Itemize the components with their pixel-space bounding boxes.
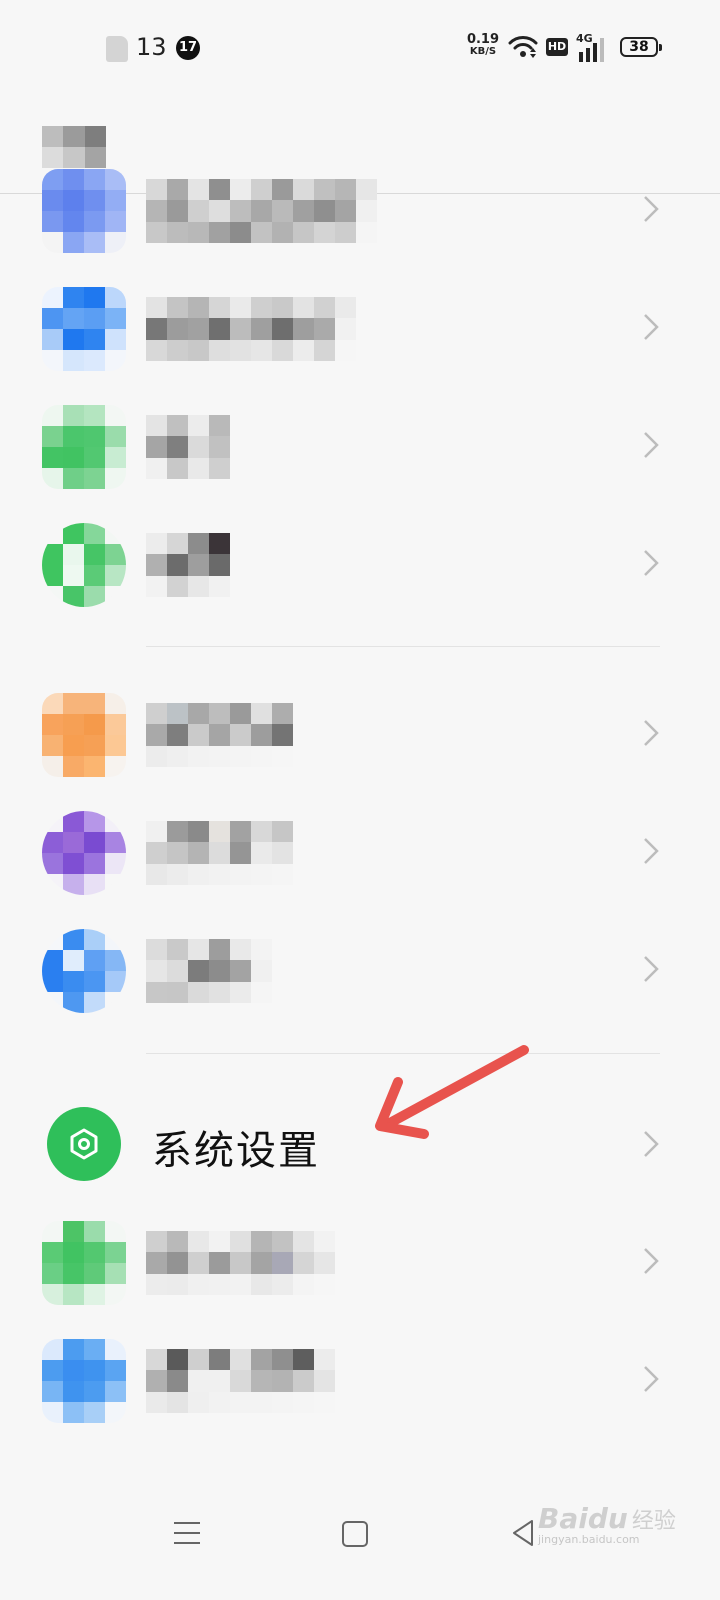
home-icon[interactable] (342, 1521, 368, 1547)
group-divider (146, 646, 660, 647)
cellular-signal-icon: 4G (576, 32, 610, 62)
chevron-right-icon (644, 838, 659, 864)
navigation-bar: Baidu 经验 jingyan.baidu.com (0, 1490, 720, 1600)
list-item[interactable] (0, 674, 720, 792)
item-label-censored (146, 179, 377, 243)
menu-icon[interactable] (174, 1520, 200, 1546)
chevron-right-icon (644, 1366, 659, 1392)
watermark-logo: Baidu (538, 1502, 628, 1535)
app-icon-censored (42, 929, 126, 1013)
wifi-icon (508, 34, 538, 64)
item-label-censored (146, 297, 356, 361)
app-icon-censored (42, 523, 126, 607)
watermark-url: jingyan.baidu.com (538, 1533, 640, 1546)
item-label-censored (146, 703, 293, 767)
chevron-right-icon (644, 550, 659, 576)
app-icon-censored (42, 811, 126, 895)
chevron-right-icon (644, 314, 659, 340)
item-label-censored (146, 533, 230, 597)
app-icon-censored (42, 1339, 126, 1423)
list-item[interactable] (0, 1202, 720, 1320)
network-speed: 0.19 KB/S (466, 32, 500, 58)
chevron-right-icon (644, 1248, 659, 1274)
item-label-censored (146, 1349, 335, 1413)
app-icon-censored (42, 1221, 126, 1305)
item-label-censored (146, 1231, 335, 1295)
system-settings-label: 系统设置 (152, 1128, 320, 1174)
chevron-right-icon (644, 1131, 659, 1157)
list-item[interactable] (0, 386, 720, 504)
watermark: Baidu 经验 jingyan.baidu.com (538, 1502, 676, 1546)
chevron-right-icon (644, 956, 659, 982)
annotation-arrow-icon (375, 1045, 529, 1139)
app-icon-censored (42, 287, 126, 371)
app-icon-censored (42, 693, 126, 777)
list-item[interactable] (0, 150, 720, 268)
network-type-label: 4G (576, 32, 593, 45)
status-time: 13 (136, 33, 167, 61)
sim-icon (106, 36, 128, 62)
settings-hexagon-icon (47, 1107, 121, 1181)
battery-icon: 38 (620, 37, 662, 57)
back-icon[interactable] (510, 1518, 536, 1548)
list-item[interactable] (0, 792, 720, 910)
list-item[interactable] (0, 1320, 720, 1438)
chevron-right-icon (644, 720, 659, 746)
network-speed-unit: KB/S (469, 46, 497, 57)
watermark-logo-cn: 经验 (631, 1509, 676, 1534)
chevron-right-icon (644, 196, 659, 222)
app-icon-censored (42, 169, 126, 253)
list-item[interactable] (0, 504, 720, 622)
item-label-censored (146, 415, 230, 479)
notification-count-badge: 17 (176, 36, 200, 60)
app-icon-censored (42, 405, 126, 489)
list-item[interactable] (0, 268, 720, 386)
item-label-censored (146, 821, 293, 885)
item-label-censored (146, 939, 272, 1003)
chevron-right-icon (644, 432, 659, 458)
status-bar: 13 17 0.19 KB/S HD 4G 38 (0, 0, 720, 96)
network-speed-value: 0.19 (466, 32, 500, 47)
list-item[interactable] (0, 910, 720, 1028)
hd-icon: HD (546, 38, 568, 56)
